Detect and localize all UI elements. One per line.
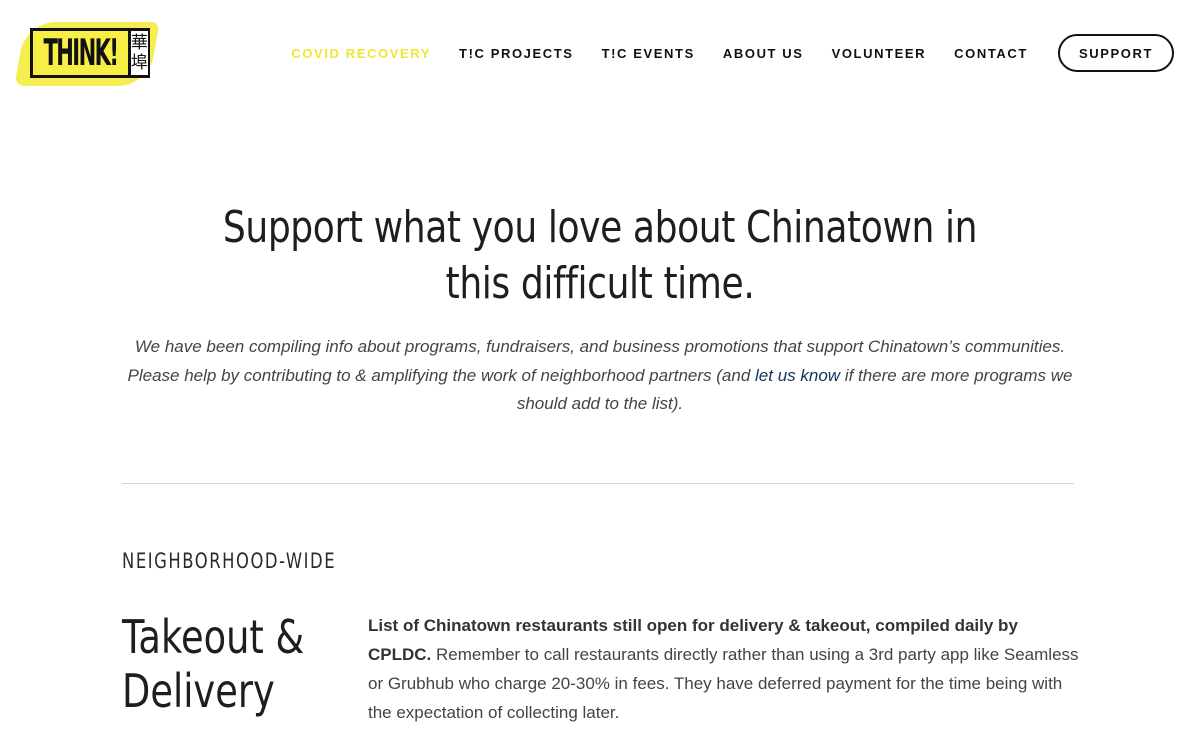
nav-tic-projects[interactable]: T!C PROJECTS	[459, 46, 574, 61]
nav-about-us[interactable]: ABOUT US	[723, 46, 804, 61]
logo-cjk-bottom: 埠	[130, 53, 148, 73]
nav-contact[interactable]: CONTACT	[954, 46, 1028, 61]
nav-covid-recovery[interactable]: COVID RECOVERY	[291, 46, 431, 61]
item-body-text: Remember to call restaurants directly ra…	[368, 645, 1079, 722]
section-divider	[122, 483, 1074, 484]
item-title: Takeout & Delivery	[122, 610, 305, 718]
nav-tic-events[interactable]: T!C EVENTS	[602, 46, 695, 61]
logo-wordmark: THINK!	[43, 32, 119, 74]
support-button[interactable]: SUPPORT	[1057, 34, 1174, 72]
logo-box: THINK! 華 埠	[30, 28, 150, 78]
item-description: List of Chinatown restaurants still open…	[368, 611, 1080, 727]
page-title: Support what you love about Chinatown in…	[222, 202, 978, 309]
site-logo[interactable]: THINK! 華 埠	[14, 20, 160, 88]
logo-cjk-top: 華	[130, 33, 148, 53]
nav-volunteer[interactable]: VOLUNTEER	[832, 46, 927, 61]
let-us-know-link[interactable]: let us know	[755, 366, 840, 385]
hero-description: We have been compiling info about progra…	[120, 333, 1080, 419]
section-heading: NEIGHBORHOOD-WIDE	[122, 549, 337, 573]
main-nav: COVID RECOVERY T!C PROJECTS T!C EVENTS A…	[291, 33, 1174, 73]
logo-cjk: 華 埠	[127, 31, 148, 75]
